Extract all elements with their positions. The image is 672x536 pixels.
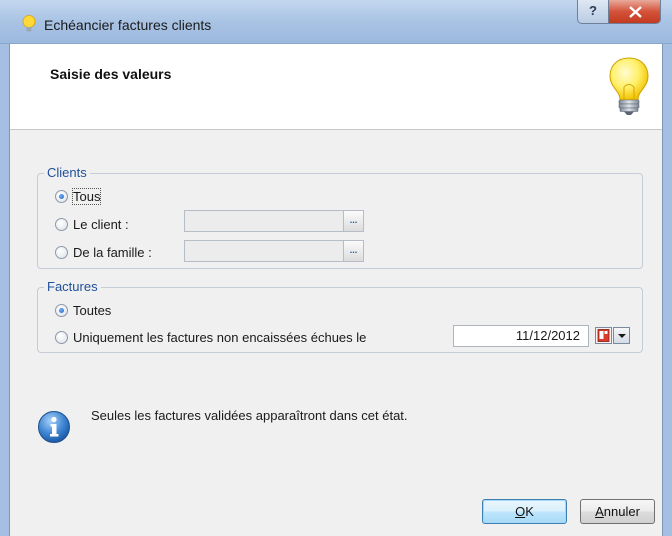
- info-icon: [38, 411, 70, 443]
- header-band: Saisie des valeurs: [10, 44, 662, 130]
- cancel-button[interactable]: Annuler: [580, 499, 655, 524]
- ok-button[interactable]: OK: [482, 499, 567, 524]
- title-bar[interactable]: Echéancier factures clients ?: [0, 0, 672, 44]
- factures-legend: Factures: [44, 279, 101, 294]
- cancel-accelerator: A: [595, 504, 604, 519]
- radio-famille-label[interactable]: De la famille :: [73, 245, 152, 260]
- window-title: Echéancier factures clients: [44, 17, 212, 33]
- info-message: Seules les factures validées apparaîtron…: [91, 408, 408, 423]
- famille-browse-button[interactable]: ...: [343, 241, 363, 261]
- famille-field[interactable]: ...: [184, 240, 364, 262]
- radio-famille-button[interactable]: [55, 246, 68, 259]
- client-field[interactable]: ...: [184, 210, 364, 232]
- date-dropdown-button[interactable]: [613, 327, 630, 344]
- radio-famille[interactable]: De la famille :: [55, 245, 152, 260]
- radio-non-encaissees[interactable]: Uniquement les factures non encaissées é…: [55, 330, 366, 345]
- radio-toutes-button[interactable]: [55, 304, 68, 317]
- window-frame-right: [662, 44, 672, 536]
- dialog-content: Clients Tous Le client : ... De la famil…: [10, 131, 662, 536]
- radio-tous-label[interactable]: Tous: [71, 188, 102, 205]
- header-title: Saisie des valeurs: [50, 66, 172, 82]
- clients-legend: Clients: [44, 165, 90, 180]
- radio-non-encaissees-button[interactable]: [55, 331, 68, 344]
- radio-toutes[interactable]: Toutes: [55, 303, 111, 318]
- radio-tous[interactable]: Tous: [55, 188, 102, 205]
- lightbulb-icon: [22, 15, 36, 32]
- help-button[interactable]: ?: [577, 0, 609, 24]
- window-frame-right-edge: [662, 44, 663, 536]
- close-button[interactable]: [608, 0, 661, 24]
- ok-accelerator: O: [515, 504, 526, 519]
- date-input[interactable]: 11/12/2012: [453, 325, 589, 347]
- close-icon: [629, 6, 642, 18]
- cancel-label: nnuler: [603, 504, 640, 519]
- dialog-window: Echéancier factures clients ? Saisie des…: [0, 0, 672, 536]
- radio-tous-button[interactable]: [55, 190, 68, 203]
- client-browse-button[interactable]: ...: [343, 211, 363, 231]
- radio-le-client-label[interactable]: Le client :: [73, 217, 129, 232]
- ok-label: K: [525, 504, 534, 519]
- radio-non-encaissees-label[interactable]: Uniquement les factures non encaissées é…: [73, 330, 366, 345]
- radio-le-client-button[interactable]: [55, 218, 68, 231]
- radio-le-client[interactable]: Le client :: [55, 217, 129, 232]
- radio-toutes-label[interactable]: Toutes: [73, 303, 111, 318]
- calendar-icon[interactable]: [595, 327, 612, 344]
- lightbulb-icon: [609, 57, 649, 115]
